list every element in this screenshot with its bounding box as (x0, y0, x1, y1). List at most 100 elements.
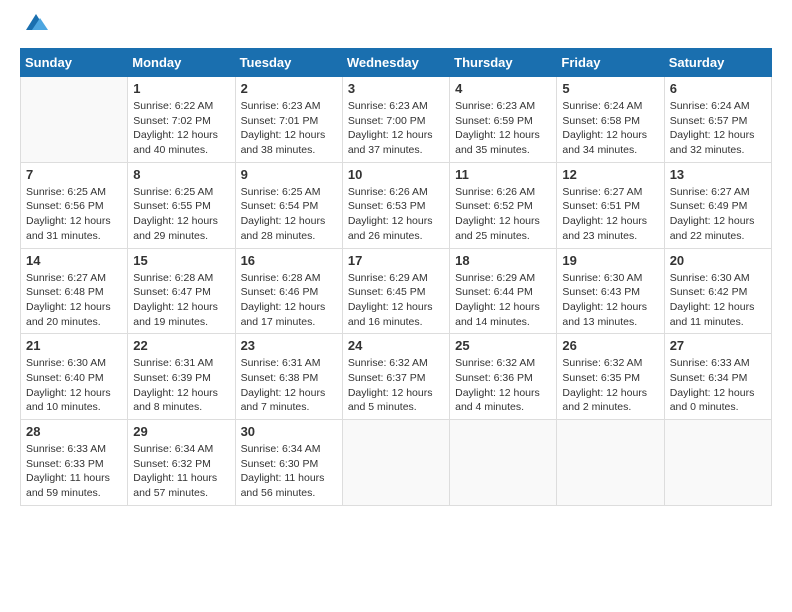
calendar-cell: 6 Sunrise: 6:24 AM Sunset: 6:57 PM Daylig… (664, 77, 771, 163)
day-number: 26 (562, 338, 658, 353)
day-info: Sunrise: 6:31 AM Sunset: 6:39 PM Dayligh… (133, 356, 229, 415)
day-number: 29 (133, 424, 229, 439)
calendar-week-row: 21 Sunrise: 6:30 AM Sunset: 6:40 PM Dayli… (21, 334, 772, 420)
calendar-cell: 10Sunrise: 6:26 AM Sunset: 6:53 PM Dayli… (342, 162, 449, 248)
calendar-cell: 22Sunrise: 6:31 AM Sunset: 6:39 PM Dayli… (128, 334, 235, 420)
weekday-header: Wednesday (342, 49, 449, 77)
day-number: 7 (26, 167, 122, 182)
day-number: 9 (241, 167, 337, 182)
day-number: 2 (241, 81, 337, 96)
day-info: Sunrise: 6:27 AM Sunset: 6:49 PM Dayligh… (670, 185, 766, 244)
weekday-header: Saturday (664, 49, 771, 77)
day-number: 5 (562, 81, 658, 96)
calendar-cell (342, 420, 449, 506)
day-info: Sunrise: 6:32 AM Sunset: 6:35 PM Dayligh… (562, 356, 658, 415)
day-info: Sunrise: 6:34 AM Sunset: 6:30 PM Dayligh… (241, 442, 337, 501)
day-number: 6 (670, 81, 766, 96)
calendar-cell: 17Sunrise: 6:29 AM Sunset: 6:45 PM Dayli… (342, 248, 449, 334)
calendar-cell: 15Sunrise: 6:28 AM Sunset: 6:47 PM Dayli… (128, 248, 235, 334)
calendar-cell: 9 Sunrise: 6:25 AM Sunset: 6:54 PM Daylig… (235, 162, 342, 248)
calendar-cell: 12 Sunrise: 6:27 AM Sunset: 6:51 PM Dayli… (557, 162, 664, 248)
weekday-header: Thursday (450, 49, 557, 77)
day-number: 27 (670, 338, 766, 353)
calendar-cell (450, 420, 557, 506)
logo-icon (22, 12, 50, 32)
calendar-cell: 14 Sunrise: 6:27 AM Sunset: 6:48 PM Dayli… (21, 248, 128, 334)
calendar-cell: 24 Sunrise: 6:32 AM Sunset: 6:37 PM Dayli… (342, 334, 449, 420)
day-info: Sunrise: 6:26 AM Sunset: 6:53 PM Dayligh… (348, 185, 444, 244)
day-number: 25 (455, 338, 551, 353)
calendar-cell: 18Sunrise: 6:29 AM Sunset: 6:44 PM Dayli… (450, 248, 557, 334)
day-number: 11 (455, 167, 551, 182)
day-number: 28 (26, 424, 122, 439)
calendar-week-row: 14 Sunrise: 6:27 AM Sunset: 6:48 PM Dayli… (21, 248, 772, 334)
day-info: Sunrise: 6:33 AM Sunset: 6:34 PM Dayligh… (670, 356, 766, 415)
calendar-cell: 23Sunrise: 6:31 AM Sunset: 6:38 PM Dayli… (235, 334, 342, 420)
day-number: 4 (455, 81, 551, 96)
calendar-cell: 7 Sunrise: 6:25 AM Sunset: 6:56 PM Daylig… (21, 162, 128, 248)
day-number: 21 (26, 338, 122, 353)
calendar-cell (664, 420, 771, 506)
calendar-cell: 27 Sunrise: 6:33 AM Sunset: 6:34 PM Dayli… (664, 334, 771, 420)
calendar-cell: 13 Sunrise: 6:27 AM Sunset: 6:49 PM Dayli… (664, 162, 771, 248)
day-info: Sunrise: 6:32 AM Sunset: 6:36 PM Dayligh… (455, 356, 551, 415)
calendar-cell: 5Sunrise: 6:24 AM Sunset: 6:58 PM Daylig… (557, 77, 664, 163)
day-info: Sunrise: 6:30 AM Sunset: 6:40 PM Dayligh… (26, 356, 122, 415)
calendar-cell: 16Sunrise: 6:28 AM Sunset: 6:46 PM Dayli… (235, 248, 342, 334)
day-info: Sunrise: 6:27 AM Sunset: 6:48 PM Dayligh… (26, 271, 122, 330)
day-number: 20 (670, 253, 766, 268)
logo (20, 20, 50, 32)
day-info: Sunrise: 6:31 AM Sunset: 6:38 PM Dayligh… (241, 356, 337, 415)
calendar-cell (21, 77, 128, 163)
day-info: Sunrise: 6:26 AM Sunset: 6:52 PM Dayligh… (455, 185, 551, 244)
weekday-header: Friday (557, 49, 664, 77)
day-info: Sunrise: 6:25 AM Sunset: 6:56 PM Dayligh… (26, 185, 122, 244)
calendar-cell (557, 420, 664, 506)
calendar-cell: 11 Sunrise: 6:26 AM Sunset: 6:52 PM Dayli… (450, 162, 557, 248)
day-info: Sunrise: 6:27 AM Sunset: 6:51 PM Dayligh… (562, 185, 658, 244)
day-number: 8 (133, 167, 229, 182)
day-info: Sunrise: 6:25 AM Sunset: 6:55 PM Dayligh… (133, 185, 229, 244)
calendar-cell: 25 Sunrise: 6:32 AM Sunset: 6:36 PM Dayli… (450, 334, 557, 420)
calendar-cell: 8 Sunrise: 6:25 AM Sunset: 6:55 PM Daylig… (128, 162, 235, 248)
day-info: Sunrise: 6:33 AM Sunset: 6:33 PM Dayligh… (26, 442, 122, 501)
calendar-cell: 19 Sunrise: 6:30 AM Sunset: 6:43 PM Dayli… (557, 248, 664, 334)
calendar-cell: 21 Sunrise: 6:30 AM Sunset: 6:40 PM Dayli… (21, 334, 128, 420)
calendar-cell: 20Sunrise: 6:30 AM Sunset: 6:42 PM Dayli… (664, 248, 771, 334)
day-info: Sunrise: 6:24 AM Sunset: 6:57 PM Dayligh… (670, 99, 766, 158)
day-info: Sunrise: 6:28 AM Sunset: 6:46 PM Dayligh… (241, 271, 337, 330)
weekday-header: Monday (128, 49, 235, 77)
day-info: Sunrise: 6:25 AM Sunset: 6:54 PM Dayligh… (241, 185, 337, 244)
calendar-week-row: 28 Sunrise: 6:33 AM Sunset: 6:33 PM Dayli… (21, 420, 772, 506)
calendar-cell: 3 Sunrise: 6:23 AM Sunset: 7:00 PM Daylig… (342, 77, 449, 163)
day-number: 13 (670, 167, 766, 182)
weekday-header: Sunday (21, 49, 128, 77)
day-number: 12 (562, 167, 658, 182)
day-number: 19 (562, 253, 658, 268)
calendar-cell: 30 Sunrise: 6:34 AM Sunset: 6:30 PM Dayli… (235, 420, 342, 506)
day-info: Sunrise: 6:23 AM Sunset: 7:01 PM Dayligh… (241, 99, 337, 158)
weekday-header: Tuesday (235, 49, 342, 77)
page-header (20, 20, 772, 32)
day-info: Sunrise: 6:22 AM Sunset: 7:02 PM Dayligh… (133, 99, 229, 158)
day-info: Sunrise: 6:30 AM Sunset: 6:43 PM Dayligh… (562, 271, 658, 330)
calendar-week-row: 7 Sunrise: 6:25 AM Sunset: 6:56 PM Daylig… (21, 162, 772, 248)
calendar-cell: 28 Sunrise: 6:33 AM Sunset: 6:33 PM Dayli… (21, 420, 128, 506)
day-info: Sunrise: 6:32 AM Sunset: 6:37 PM Dayligh… (348, 356, 444, 415)
day-number: 1 (133, 81, 229, 96)
day-number: 30 (241, 424, 337, 439)
weekday-header-row: SundayMondayTuesdayWednesdayThursdayFrid… (21, 49, 772, 77)
day-number: 17 (348, 253, 444, 268)
calendar-cell: 29 Sunrise: 6:34 AM Sunset: 6:32 PM Dayli… (128, 420, 235, 506)
calendar-cell: 2 Sunrise: 6:23 AM Sunset: 7:01 PM Daylig… (235, 77, 342, 163)
day-number: 15 (133, 253, 229, 268)
day-number: 24 (348, 338, 444, 353)
calendar-cell: 26 Sunrise: 6:32 AM Sunset: 6:35 PM Dayli… (557, 334, 664, 420)
calendar-week-row: 1 Sunrise: 6:22 AM Sunset: 7:02 PM Daylig… (21, 77, 772, 163)
day-number: 14 (26, 253, 122, 268)
day-info: Sunrise: 6:23 AM Sunset: 7:00 PM Dayligh… (348, 99, 444, 158)
day-number: 18 (455, 253, 551, 268)
day-info: Sunrise: 6:34 AM Sunset: 6:32 PM Dayligh… (133, 442, 229, 501)
day-number: 3 (348, 81, 444, 96)
calendar-cell: 4Sunrise: 6:23 AM Sunset: 6:59 PM Daylig… (450, 77, 557, 163)
